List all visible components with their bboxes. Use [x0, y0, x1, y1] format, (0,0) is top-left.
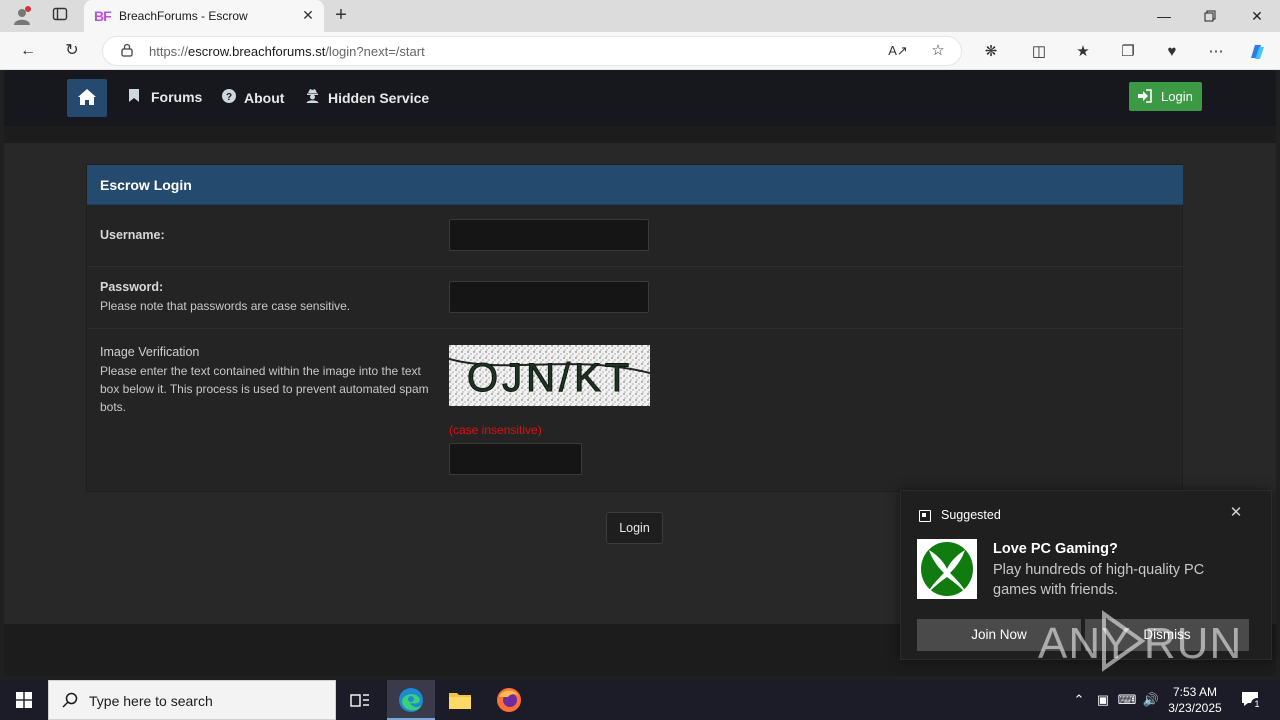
copilot-icon[interactable] — [1247, 42, 1267, 62]
notification-close-icon[interactable]: ✕ — [1227, 504, 1245, 522]
refresh-icon[interactable]: ↻ — [60, 40, 84, 62]
username-row: Username: — [87, 205, 1183, 267]
nav-hidden-service-label: Hidden Service — [328, 90, 430, 106]
new-tab-icon[interactable]: + — [330, 5, 352, 25]
svg-text:?: ? — [226, 92, 232, 103]
home-icon — [78, 89, 96, 105]
password-label: Password: — [100, 280, 164, 294]
browser-essentials-icon[interactable]: ♥ — [1162, 42, 1182, 62]
lock-icon — [121, 43, 133, 57]
case-insensitive-note: (case insensitive) — [449, 423, 542, 437]
captcha-text: OJN/KT — [467, 356, 633, 400]
image-verification-row: Image Verification Please enter the text… — [87, 329, 1183, 491]
network-device-icon[interactable]: ▣ — [1093, 692, 1113, 708]
file-explorer-icon[interactable] — [436, 680, 484, 720]
close-window-icon[interactable]: ✕ — [1234, 0, 1280, 32]
browser-tab-active[interactable]: BF BreachForums - Escrow ✕ — [84, 0, 324, 32]
breachforums-favicon-icon: BF — [94, 8, 112, 24]
url-text: https://escrow.breachforums.st/login?nex… — [149, 44, 425, 59]
captcha-field[interactable] — [449, 443, 582, 475]
nav-about-link[interactable]: ? About — [222, 89, 284, 106]
panel-title: Escrow Login — [100, 177, 192, 193]
taskbar-search-box[interactable]: Type here to search — [48, 680, 336, 720]
header-login-button[interactable]: Login — [1129, 82, 1202, 111]
windows-taskbar: Type here to search ⌃ ▣ ⌨ 🔊 7:53 AM 3/23… — [0, 680, 1280, 720]
system-clock[interactable]: 7:53 AM 3/23/2025 — [1162, 684, 1228, 716]
more-menu-icon[interactable]: ⋯ — [1206, 42, 1226, 62]
nav-about-label: About — [244, 90, 285, 106]
captcha-description: Please enter the text contained within t… — [100, 364, 429, 414]
top-navigation: Forums ? About Hidden Service Login — [4, 70, 1276, 126]
restore-icon[interactable] — [1187, 0, 1233, 32]
volume-icon[interactable]: 🔊 — [1141, 692, 1161, 708]
tab-title: BreachForums - Escrow — [119, 9, 248, 23]
read-aloud-icon[interactable]: A↗ — [888, 41, 908, 61]
collections-icon[interactable]: ❐ — [1118, 42, 1138, 62]
windows-logo-icon — [16, 692, 32, 708]
back-icon[interactable]: ← — [16, 40, 40, 62]
extensions-icon[interactable]: ❋ — [981, 42, 1001, 62]
xbox-logo-icon — [917, 539, 977, 599]
minimize-icon[interactable]: — — [1141, 0, 1187, 32]
username-field[interactable] — [449, 219, 649, 251]
captcha-image: OJN/KT — [449, 345, 650, 406]
login-submit-button[interactable]: Login — [606, 512, 663, 544]
start-button[interactable] — [0, 680, 48, 720]
sub-navigation-strip — [4, 126, 1276, 143]
search-icon — [62, 692, 78, 708]
profile-icon[interactable] — [10, 6, 34, 31]
url-host: escrow.breachforums.st — [188, 44, 326, 59]
home-button[interactable] — [67, 79, 107, 117]
username-label: Username: — [100, 228, 165, 242]
url-scheme: https:// — [149, 44, 189, 59]
sign-in-icon — [1138, 89, 1152, 103]
address-bar-row: ← ↻ https://escrow.breachforums.st/login… — [0, 32, 1280, 70]
url-field[interactable]: https://escrow.breachforums.st/login?nex… — [102, 36, 962, 66]
edge-taskbar-icon[interactable] — [387, 680, 435, 720]
notification-body: Play hundreds of high-quality PC games w… — [993, 562, 1205, 598]
header-login-label: Login — [1161, 89, 1193, 104]
password-field[interactable] — [449, 281, 649, 313]
network-icon[interactable]: ⌨ — [1117, 692, 1137, 708]
browser-tab-bar: BF BreachForums - Escrow ✕ + — ✕ — [0, 0, 1280, 32]
search-placeholder: Type here to search — [89, 693, 213, 709]
notification-header: Suggested — [941, 508, 1001, 522]
notification-count-badge: 1 — [1251, 698, 1263, 710]
suggestion-app-icon — [919, 510, 931, 522]
tab-actions-icon[interactable] — [50, 6, 70, 27]
split-screen-icon[interactable]: ◫ — [1029, 42, 1049, 62]
nav-forums-label: Forums — [151, 89, 203, 105]
notification-title: Love PC Gaming? — [993, 541, 1118, 557]
anyrun-watermark: ANY RUN — [1038, 610, 1241, 672]
captcha-label: Image Verification — [100, 345, 200, 359]
favorite-star-icon[interactable]: ☆ — [928, 41, 948, 61]
clock-date: 3/23/2025 — [1168, 701, 1222, 715]
task-view-icon[interactable] — [336, 680, 384, 720]
favorites-icon[interactable]: ★ — [1073, 42, 1093, 62]
panel-header: Escrow Login — [87, 165, 1183, 205]
nav-hidden-service-link[interactable]: Hidden Service — [306, 89, 429, 106]
tab-close-icon[interactable]: ✕ — [300, 7, 316, 23]
nav-forums-link[interactable]: Forums — [129, 89, 202, 105]
password-row: Password: Please note that passwords are… — [87, 267, 1183, 329]
escrow-login-panel: Escrow Login Username: Password: Please … — [86, 164, 1183, 492]
url-path: /login?next=/start — [325, 44, 425, 59]
notification-center-icon[interactable]: 1 — [1238, 690, 1263, 711]
password-note: Please note that passwords are case sens… — [100, 299, 351, 313]
user-secret-icon — [306, 89, 322, 106]
show-hidden-icons-icon[interactable]: ⌃ — [1069, 692, 1089, 708]
firefox-icon[interactable] — [485, 680, 533, 720]
bookmark-icon — [129, 89, 145, 105]
clock-time: 7:53 AM — [1172, 685, 1218, 699]
question-circle-icon: ? — [222, 89, 238, 106]
